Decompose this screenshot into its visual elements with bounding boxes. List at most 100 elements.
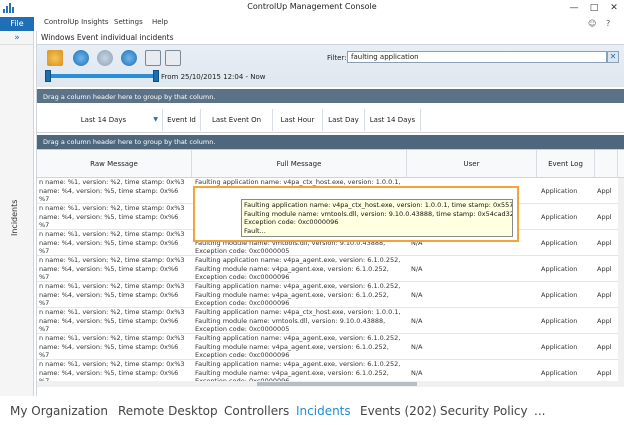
cell-event-log-line: Application — [541, 213, 578, 221]
nav-events[interactable]: Events (202) — [360, 404, 437, 418]
cell-raw-message-line: n name: %1, version: %2, time stamp: 0x%… — [39, 178, 185, 186]
table-row[interactable]: n name: %1, version: %2, time stamp: 0x%… — [37, 308, 624, 334]
bottom-navigation: My Organization Remote Desktop Controlle… — [0, 396, 624, 425]
export-csv-icon[interactable] — [165, 50, 181, 66]
cell-extra-line: Appl — [597, 369, 612, 377]
tooltip-line: Exception code: 0xc0000096 — [244, 218, 339, 226]
export-excel-icon[interactable] — [145, 50, 161, 66]
table-row[interactable]: n name: %1, version: %2, time stamp: 0x%… — [37, 360, 624, 381]
header-full-message[interactable]: Full Message — [192, 150, 407, 178]
refresh-icon[interactable] — [121, 50, 137, 66]
table-row[interactable]: n name: %1, version: %2, time stamp: 0x%… — [37, 282, 624, 308]
column-last-14-days[interactable]: Last 14 Days — [365, 109, 421, 131]
cell-event-log: Application — [541, 178, 593, 203]
chevron-down-icon: ▼ — [153, 116, 158, 123]
forward-arrow-icon[interactable] — [97, 50, 113, 66]
tooltip-line: Fault... — [244, 226, 266, 235]
horizontal-scroll-thumb[interactable] — [257, 382, 417, 386]
cell-extra-line: Appl — [597, 343, 612, 351]
slider-handle-start[interactable] — [45, 70, 51, 82]
summary-column-bar: Last 14 Days ▼ Event Id Last Event On Las… — [37, 103, 624, 133]
cell-full-message-line: Faulting application name: v4pa_agent.ex… — [195, 282, 401, 290]
cell-full-message-line: Faulting module name: vmtools.dll, versi… — [195, 316, 386, 325]
maximize-icon[interactable]: □ — [584, 1, 604, 16]
cell-full-message-line: Faulting application name: v4pa_agent.ex… — [195, 334, 401, 342]
cell-user-line: N/A — [411, 343, 423, 351]
cell-extra-line: Appl — [597, 213, 612, 221]
menu-controlup-insights[interactable]: ControlUp Insights — [44, 18, 108, 26]
column-last-hour[interactable]: Last Hour — [273, 109, 323, 131]
nav-security-policy[interactable]: Security Policy — [440, 404, 528, 418]
cell-event-log-line: Application — [541, 239, 578, 247]
cell-extra: Appl — [597, 178, 618, 203]
cell-event-log: Application — [541, 334, 593, 359]
cell-full-message-line: Exception code: 0xc0000096 — [195, 351, 290, 359]
home-icon[interactable] — [47, 50, 63, 66]
vertical-scrollbar[interactable] — [618, 178, 624, 381]
column-last-14-days-dropdown[interactable]: Last 14 Days ▼ — [45, 109, 163, 131]
menu-settings[interactable]: Settings — [114, 18, 143, 26]
column-last-day[interactable]: Last Day — [323, 109, 365, 131]
minimize-icon[interactable]: — — [564, 1, 584, 16]
nav-more[interactable]: ... — [534, 404, 545, 418]
cell-raw-message-line: name: %4, version: %5, time stamp: 0x%6 — [39, 290, 179, 299]
cell-event-log: Application — [541, 230, 593, 255]
cell-event-log-line: Application — [541, 291, 578, 299]
cell-raw-message-line: n name: %1, version: %2, time stamp: 0x%… — [39, 334, 185, 342]
cell-user-line: N/A — [411, 291, 423, 299]
back-arrow-icon[interactable] — [73, 50, 89, 66]
nav-controllers[interactable]: Controllers — [224, 404, 289, 418]
table-row[interactable]: n name: %1, version: %2, time stamp: 0x%… — [37, 334, 624, 360]
grid-header: Raw Message Full Message User Event Log — [37, 150, 624, 178]
cell-full-message-line: Exception code: 0xc0000096 — [195, 273, 290, 281]
slider-handle-end[interactable] — [153, 70, 159, 82]
nav-my-organization[interactable]: My Organization — [10, 404, 108, 418]
close-icon[interactable]: ✕ — [604, 1, 624, 16]
user-icon[interactable]: ☺ — [588, 19, 596, 28]
cell-extra: Appl — [597, 204, 618, 229]
group-by-bar-grid[interactable]: Drag a column header here to group by th… — [37, 135, 624, 149]
cell-extra: Appl — [597, 334, 618, 359]
nav-incidents[interactable]: Incidents — [296, 404, 351, 418]
cell-raw-message-line: name: %4, version: %5, time stamp: 0x%6 — [39, 264, 179, 273]
header-user[interactable]: User — [407, 150, 537, 178]
column-last-event-on[interactable]: Last Event On — [201, 109, 273, 131]
horizontal-scrollbar[interactable] — [37, 381, 624, 387]
cell-extra-line: Appl — [597, 291, 612, 299]
cell-user: N/A — [411, 256, 535, 281]
header-extra[interactable] — [595, 150, 618, 178]
cell-raw-message-line: n name: %1, version: %2, time stamp: 0x%… — [39, 204, 185, 212]
cell-raw-message-line: n name: %1, version: %2, time stamp: 0x%… — [39, 360, 185, 368]
column-event-id[interactable]: Event Id — [163, 109, 201, 131]
tooltip-line: Faulting application name: v4pa_ctx_host… — [244, 201, 513, 209]
cell-extra: Appl — [597, 256, 618, 281]
cell-user: N/A — [411, 308, 535, 333]
nav-remote-desktop[interactable]: Remote Desktop — [118, 404, 218, 418]
help-icon[interactable]: ? — [606, 19, 610, 28]
title-bar: ControlUp Management Console — □ ✕ — [0, 0, 624, 17]
cell-raw-message-line: %7 — [39, 325, 50, 333]
cell-raw-message: n name: %1, version: %2, time stamp: 0x%… — [39, 178, 191, 203]
time-range-slider[interactable] — [47, 74, 157, 78]
cell-full-message: Faulting application name: v4pa_agent.ex… — [195, 334, 405, 359]
cell-full-message: Faulting application name: v4pa_agent.ex… — [195, 360, 405, 381]
file-menu[interactable]: File — [0, 17, 34, 31]
cell-user: N/A — [411, 282, 535, 307]
double-chevron-right-icon[interactable]: » — [0, 31, 34, 45]
cell-raw-message: n name: %1, version: %2, time stamp: 0x%… — [39, 204, 191, 229]
cell-event-log-line: Application — [541, 187, 578, 195]
table-row[interactable]: n name: %1, version: %2, time stamp: 0x%… — [37, 256, 624, 282]
cell-full-message-line: Faulting application name: v4pa_ctx_host… — [195, 308, 401, 316]
cell-raw-message: n name: %1, version: %2, time stamp: 0x%… — [39, 256, 191, 281]
rail-label-incidents[interactable]: Incidents — [10, 200, 19, 236]
cell-full-message-line: Faulting application name: v4pa_agent.ex… — [195, 360, 401, 368]
left-rail: » Incidents — [0, 31, 34, 396]
menu-help[interactable]: Help — [152, 18, 168, 26]
cell-event-log-line: Application — [541, 369, 578, 377]
header-event-log[interactable]: Event Log — [537, 150, 595, 178]
filter-input[interactable]: faulting application — [347, 51, 607, 63]
header-raw-message[interactable]: Raw Message — [37, 150, 192, 178]
cell-event-log: Application — [541, 204, 593, 229]
clear-filter-icon[interactable]: ✕ — [607, 51, 619, 63]
cell-full-message: Faulting application name: v4pa_agent.ex… — [195, 282, 405, 307]
